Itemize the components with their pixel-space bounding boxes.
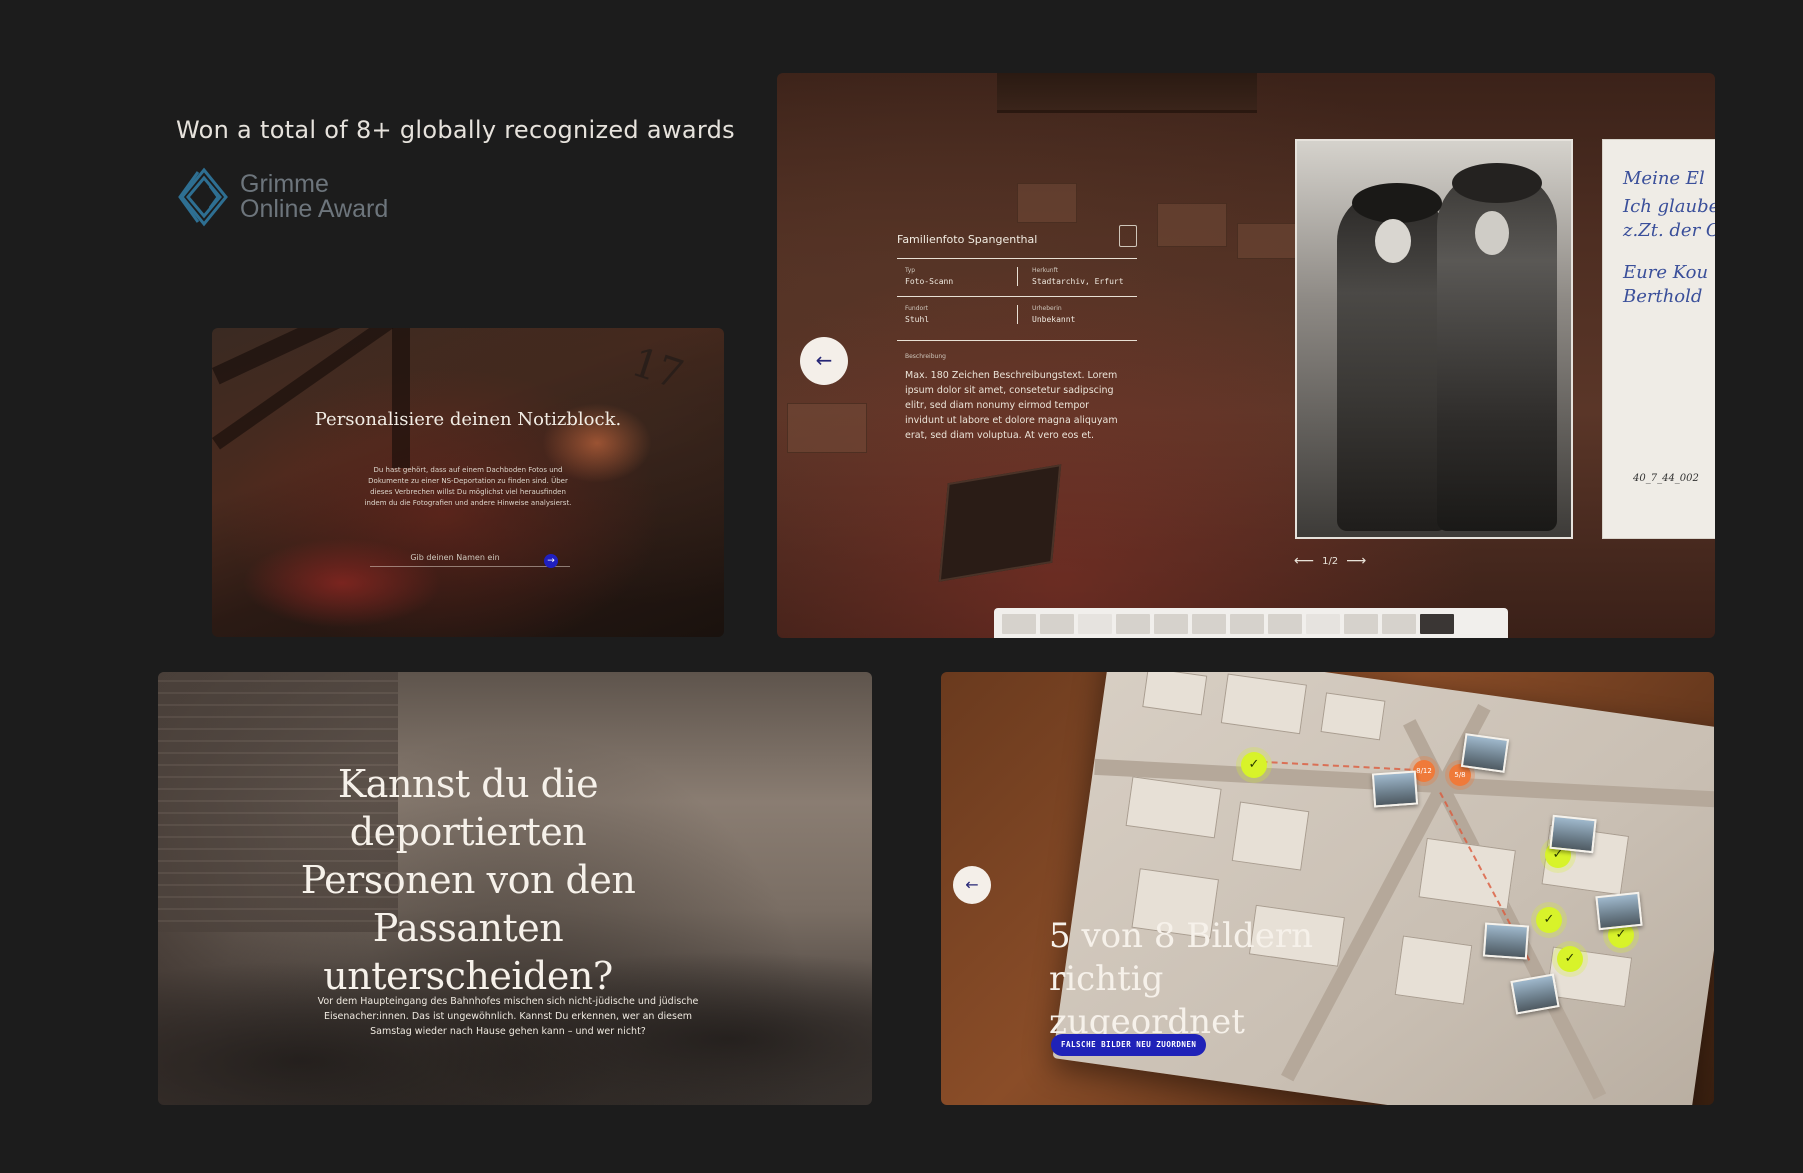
back-arrow-icon[interactable]: ← (800, 337, 848, 385)
awards-heading: Won a total of 8+ globally recognized aw… (176, 116, 735, 144)
map-photo[interactable] (1482, 922, 1530, 960)
photo-face (1375, 219, 1411, 263)
letter-line: Ich glaube (1623, 196, 1715, 217)
letter-reference: 40_7_44_002 (1633, 473, 1699, 484)
info-cell-author: Urheberin Unbekannt (1017, 305, 1137, 324)
thumbnail[interactable] (1116, 614, 1150, 634)
map-building (1125, 776, 1222, 839)
photo-pager: ⟵ 1/2 ⟶ (1294, 553, 1374, 569)
thumbnail-strip (994, 608, 1508, 638)
map-building (1418, 837, 1516, 910)
map-photo[interactable] (1549, 814, 1597, 854)
name-input[interactable]: Gib deinen Namen ein (370, 553, 570, 567)
letter-line: z.Zt. der O (1623, 220, 1715, 241)
notebook-intro-panel: 17 Personalisiere deinen Notizblock. Du … (212, 328, 724, 637)
award-name-line-1: Grimme (240, 170, 329, 198)
info-label: Urheberin (1032, 305, 1062, 312)
info-label: Fundort (905, 305, 929, 312)
thumbnail[interactable] (1154, 614, 1188, 634)
thumbnail[interactable] (1382, 614, 1416, 634)
info-value: Stuhl (905, 315, 930, 324)
check-pin-icon[interactable]: ✓ (1557, 946, 1583, 972)
award-name: Grimme Online Award (240, 172, 388, 222)
info-cell-type: Typ Foto-Scann (897, 267, 1017, 286)
notebook-intro-text: Du hast gehört, dass auf einem Dachboden… (364, 466, 572, 507)
next-arrow-icon[interactable]: ⟶ (1346, 553, 1366, 569)
map-photo[interactable] (1371, 770, 1419, 808)
photo-face (1475, 211, 1509, 255)
thumbnail[interactable] (1268, 614, 1302, 634)
cardboard-box (1237, 223, 1297, 259)
family-photo-panel: ← Familienfoto Spangenthal Typ Foto-Scan… (777, 73, 1715, 638)
map-building (1220, 673, 1307, 735)
info-value: Stadtarchiv, Erfurt (1032, 277, 1124, 286)
cardboard-box (787, 403, 867, 453)
thumbnail[interactable] (1040, 614, 1074, 634)
map-photo[interactable] (1595, 891, 1643, 931)
photo-info-card: Familienfoto Spangenthal Typ Foto-Scann … (897, 225, 1137, 443)
map-building (1394, 935, 1473, 1005)
thumbnail[interactable] (1078, 614, 1112, 634)
info-value: Foto-Scann (905, 277, 954, 286)
check-pin-icon[interactable]: ✓ (1241, 752, 1267, 778)
reassign-wrong-images-button[interactable]: FALSCHE BILDER NEU ZUORDNEN (1051, 1034, 1207, 1056)
submit-arrow-icon[interactable]: → (544, 554, 558, 568)
grimme-award-icon (178, 167, 228, 227)
thumbnail[interactable] (1192, 614, 1226, 634)
attic-window (997, 73, 1257, 113)
info-row: Fundort Stuhl Urheberin Unbekannt (897, 296, 1137, 334)
thumbnail[interactable] (1230, 614, 1264, 634)
description-text: Max. 180 Zeichen Beschreibungstext. Lore… (905, 370, 1118, 441)
cardboard-box (1157, 203, 1227, 247)
match-result-text: 5 von 8 Bildern richtig zugeordnet (1049, 916, 1314, 1042)
notebook-title: Personalisiere deinen Notizblock. (314, 409, 622, 430)
info-label: Typ (905, 267, 916, 274)
deportation-panel: Kannst du die deportierten Personen von … (158, 672, 872, 1105)
map-building (1231, 801, 1310, 871)
attic-beam (392, 328, 410, 468)
game-board (938, 464, 1062, 582)
thumbnail[interactable] (1002, 614, 1036, 634)
letter-line: Berthold (1623, 286, 1703, 307)
family-photo[interactable] (1295, 139, 1573, 539)
notebook-clip-icon[interactable] (1119, 225, 1137, 247)
attic-rafter (212, 328, 401, 450)
letter-line: Eure Kou (1623, 262, 1709, 283)
deportation-question: Kannst du die deportierten Personen von … (300, 762, 636, 998)
thumbnail[interactable] (1306, 614, 1340, 634)
info-cell-location: Fundort Stuhl (897, 305, 1017, 324)
cardboard-box (1017, 183, 1077, 223)
prev-arrow-icon[interactable]: ⟵ (1294, 553, 1314, 569)
map-building (1142, 672, 1208, 716)
description-label: Beschreibung (897, 340, 1137, 360)
letter-line: Meine El (1623, 168, 1705, 189)
grimme-award-logo: Grimme Online Award (176, 166, 416, 228)
wall-number: 17 (626, 339, 689, 399)
back-arrow-icon[interactable]: ← (953, 866, 991, 904)
attic-rug (242, 538, 442, 628)
pager-label: 1/2 (1322, 555, 1339, 567)
info-value: Unbekannt (1032, 315, 1076, 324)
thumbnail-active[interactable] (1420, 614, 1454, 634)
award-name-line-2: Online Award (240, 195, 389, 223)
map-photo[interactable] (1460, 733, 1510, 773)
check-pin-icon[interactable]: ✓ (1536, 907, 1562, 933)
photo-hat (1452, 163, 1542, 203)
info-row: Typ Foto-Scann Herkunft Stadtarchiv, Erf… (897, 258, 1137, 296)
map-building (1320, 692, 1386, 741)
photo-title: Familienfoto Spangenthal (897, 233, 1038, 246)
map-panel: ✓ ✓ ✓ ✓ ✓ 8/12 5/8 ← 5 von 8 Bildern ric… (941, 672, 1714, 1105)
deportation-text: Vor dem Haupteingang des Bahnhofes misch… (317, 996, 699, 1037)
info-label: Herkunft (1032, 267, 1058, 274)
info-cell-origin: Herkunft Stadtarchiv, Erfurt (1017, 267, 1137, 286)
handwritten-letter[interactable]: Meine El Ich glaube z.Zt. der O Eure Kou… (1602, 139, 1715, 539)
thumbnail[interactable] (1344, 614, 1378, 634)
photo-hat (1352, 183, 1442, 223)
